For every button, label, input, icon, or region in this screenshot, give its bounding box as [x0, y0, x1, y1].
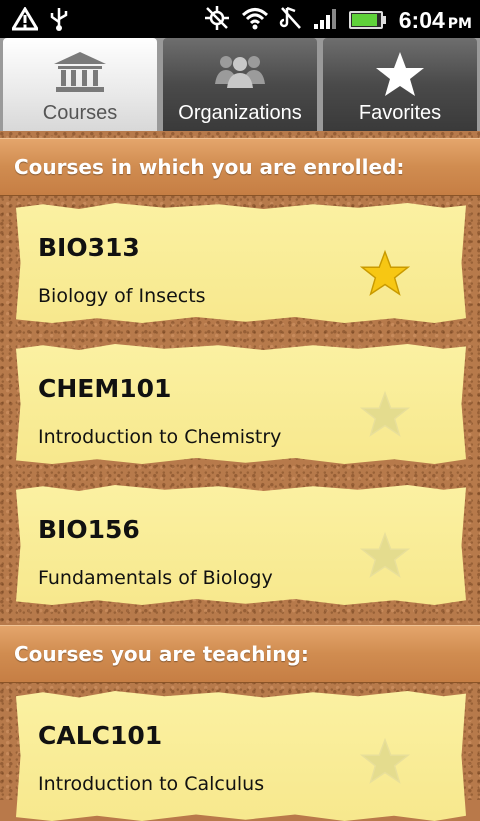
- course-list[interactable]: Courses in which you are enrolled: BIO31…: [0, 131, 480, 821]
- tab-courses[interactable]: Courses: [3, 38, 157, 131]
- tab-courses-label: Courses: [42, 102, 118, 124]
- vibrate-icon: [279, 5, 303, 35]
- course-card[interactable]: BIO313 Biology of Insects: [16, 203, 466, 323]
- tab-favorites-label: Favorites: [358, 102, 442, 124]
- course-code: BIO313: [38, 233, 140, 262]
- tab-favorites[interactable]: Favorites: [323, 38, 477, 131]
- tab-organizations-label: Organizations: [178, 102, 302, 124]
- favorite-star-icon[interactable]: [359, 737, 411, 785]
- course-name: Fundamentals of Biology: [38, 567, 273, 589]
- no-gps-icon: [203, 4, 231, 36]
- wifi-icon: [241, 6, 269, 34]
- course-name: Introduction to Calculus: [38, 773, 265, 795]
- course-code: CALC101: [38, 721, 163, 750]
- warning-icon: [10, 6, 40, 35]
- course-card[interactable]: CHEM101 Introduction to Chemistry: [16, 344, 466, 464]
- clock-ampm: PM: [447, 15, 472, 32]
- tab-organizations[interactable]: Organizations: [163, 38, 317, 131]
- people-icon: [211, 50, 269, 94]
- course-card[interactable]: BIO156 Fundamentals of Biology: [16, 485, 466, 605]
- status-bar: 6:04 PM: [0, 0, 480, 38]
- section-title-teaching: Courses you are teaching:: [14, 642, 309, 666]
- section-header-enrolled: Courses in which you are enrolled:: [0, 138, 480, 196]
- course-code: CHEM101: [38, 374, 172, 403]
- course-card[interactable]: CALC101 Introduction to Calculus: [16, 691, 466, 821]
- favorite-star-icon[interactable]: [359, 390, 411, 438]
- tab-bar: Courses Organizations Favorites: [0, 38, 480, 131]
- clock: 6:04 PM: [393, 7, 472, 34]
- section-header-teaching: Courses you are teaching:: [0, 625, 480, 683]
- star-icon: [374, 50, 426, 102]
- signal-icon: [313, 6, 339, 34]
- section-title-enrolled: Courses in which you are enrolled:: [14, 155, 405, 179]
- battery-icon: [348, 11, 386, 29]
- usb-icon: [48, 6, 70, 36]
- course-name: Biology of Insects: [38, 285, 206, 307]
- clock-time: 6:04: [398, 6, 445, 33]
- course-code: BIO156: [38, 515, 140, 544]
- favorite-star-icon[interactable]: [359, 249, 411, 297]
- bank-icon: [52, 50, 108, 98]
- course-name: Introduction to Chemistry: [38, 426, 282, 448]
- favorite-star-icon[interactable]: [359, 531, 411, 579]
